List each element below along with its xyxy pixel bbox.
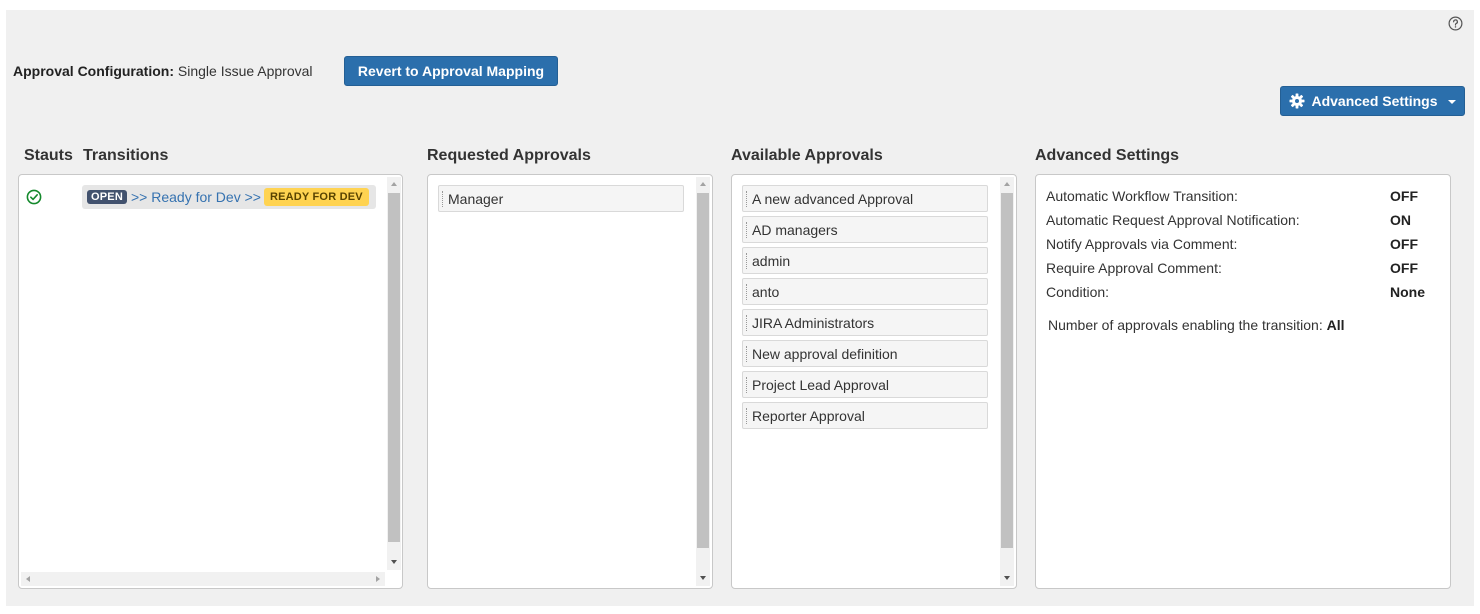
setting-notify-approvals-via-comment: Notify Approvals via Comment: OFF (1046, 236, 1436, 252)
approval-label: A new advanced Approval (752, 190, 914, 207)
scrollbar-thumb[interactable] (1001, 193, 1013, 548)
approval-configuration: Approval Configuration: Single Issue App… (13, 63, 313, 79)
setting-value: OFF (1390, 188, 1418, 204)
status-ready-for-dev-lozenge: READY FOR DEV (263, 188, 369, 206)
available-approvals-title: Available Approvals (731, 147, 883, 164)
status-open-lozenge: OPEN (87, 190, 127, 204)
num-approvals-label: Number of approvals enabling the transit… (1048, 317, 1323, 333)
advanced-settings-dropdown-button[interactable]: Advanced Settings (1280, 86, 1465, 116)
drag-handle-icon[interactable] (746, 314, 749, 331)
setting-automatic-request-approval-notification: Automatic Request Approval Notification:… (1046, 212, 1436, 228)
requested-approvals-title: Requested Approvals (427, 147, 591, 164)
chevron-down-icon (1447, 100, 1456, 104)
approval-label: Project Lead Approval (752, 376, 889, 393)
available-approvals-list: A new advanced Approval AD managers admi… (731, 174, 1017, 589)
transitions-vertical-scrollbar[interactable] (387, 177, 401, 570)
advanced-settings-title: Advanced Settings (1035, 147, 1180, 164)
config-label: Approval Configuration: (13, 63, 174, 79)
drag-handle-icon[interactable] (746, 283, 749, 300)
available-approval-item[interactable]: admin (742, 247, 988, 274)
requested-approval-item[interactable]: Manager (438, 185, 684, 212)
check-circle-icon (26, 189, 42, 205)
available-approval-item[interactable]: anto (742, 278, 988, 305)
gear-icon (1289, 93, 1305, 109)
scroll-down-arrow-icon (1004, 576, 1010, 580)
drag-handle-icon[interactable] (746, 407, 749, 424)
setting-condition: Condition: None (1046, 284, 1436, 300)
setting-require-approval-comment: Require Approval Comment: OFF (1046, 260, 1436, 276)
help-icon[interactable] (1448, 16, 1463, 31)
scroll-down-arrow-icon (391, 560, 397, 564)
advanced-settings-summary: Automatic Workflow Transition: OFF Autom… (1035, 174, 1451, 589)
drag-handle-icon[interactable] (746, 376, 749, 393)
drag-handle-icon[interactable] (442, 190, 445, 207)
drag-handle-icon[interactable] (746, 345, 749, 362)
drag-handle-icon[interactable] (746, 221, 749, 238)
scroll-up-arrow-icon (1004, 182, 1010, 186)
requested-vertical-scrollbar[interactable] (696, 177, 710, 586)
revert-button-label: Revert to Approval Mapping (357, 63, 545, 79)
approval-label: JIRA Administrators (752, 314, 875, 331)
available-approval-item[interactable]: A new advanced Approval (742, 185, 988, 212)
approval-label: admin (752, 252, 791, 269)
scroll-left-arrow-icon (26, 576, 30, 582)
scroll-up-arrow-icon (391, 182, 397, 186)
setting-label: Notify Approvals via Comment: (1046, 236, 1238, 252)
setting-automatic-workflow-transition: Automatic Workflow Transition: OFF (1046, 188, 1436, 204)
approval-label: Reporter Approval (752, 407, 865, 424)
advanced-settings-button-label: Advanced Settings (1311, 93, 1438, 109)
scrollbar-thumb[interactable] (697, 193, 709, 548)
number-of-approvals: Number of approvals enabling the transit… (1048, 317, 1345, 333)
transition-name: >> Ready for Dev >> (130, 189, 261, 205)
transitions-list: OPEN >> Ready for Dev >> READY FOR DEV (18, 174, 403, 589)
scroll-down-arrow-icon (700, 576, 706, 580)
available-approval-item[interactable]: JIRA Administrators (742, 309, 988, 336)
requested-approvals-list: Manager (427, 174, 713, 589)
setting-value: None (1390, 284, 1425, 300)
setting-label: Require Approval Comment: (1046, 260, 1222, 276)
drag-handle-icon[interactable] (746, 252, 749, 269)
config-value: Single Issue Approval (177, 63, 313, 79)
drag-handle-icon[interactable] (746, 190, 749, 207)
setting-label: Condition: (1046, 284, 1110, 300)
setting-label: Automatic Workflow Transition: (1046, 188, 1238, 204)
scroll-right-arrow-icon (376, 576, 380, 582)
approval-label: AD managers (752, 221, 838, 238)
num-approvals-value: All (1326, 317, 1345, 333)
setting-value: OFF (1390, 260, 1418, 276)
transition-item[interactable]: OPEN >> Ready for Dev >> READY FOR DEV (82, 185, 376, 209)
approval-label: anto (752, 283, 780, 300)
available-approval-item[interactable]: AD managers (742, 216, 988, 243)
setting-value: ON (1390, 212, 1411, 228)
available-approval-item[interactable]: Project Lead Approval (742, 371, 988, 398)
available-approval-item[interactable]: New approval definition (742, 340, 988, 367)
scroll-up-arrow-icon (700, 182, 706, 186)
setting-label: Automatic Request Approval Notification: (1046, 212, 1300, 228)
transitions-column-title: Transitions (83, 147, 169, 164)
status-column-title: Stauts (24, 147, 73, 164)
available-vertical-scrollbar[interactable] (1000, 177, 1014, 586)
approval-label: New approval definition (752, 345, 898, 362)
setting-value: OFF (1390, 236, 1418, 252)
available-approval-item[interactable]: Reporter Approval (742, 402, 988, 429)
scrollbar-thumb[interactable] (388, 193, 400, 542)
approval-label: Manager (448, 190, 504, 207)
transitions-horizontal-scrollbar[interactable] (21, 572, 385, 586)
revert-to-approval-mapping-button[interactable]: Revert to Approval Mapping (344, 56, 558, 86)
